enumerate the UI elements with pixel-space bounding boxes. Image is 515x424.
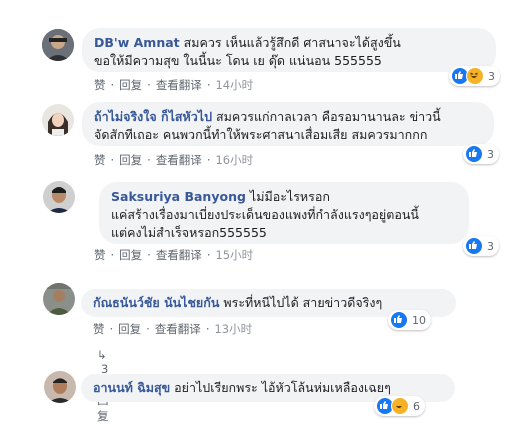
comment-actions: 赞 · 回复 · 查看翻译 · 14小时 — [94, 78, 254, 92]
avatar[interactable] — [43, 283, 75, 315]
reaction-count: 3 — [488, 69, 495, 83]
avatar[interactable] — [43, 181, 75, 213]
comment-author[interactable]: Saksuriya Banyong — [111, 189, 246, 204]
reply-button[interactable]: 回复 — [119, 153, 142, 167]
reaction-count: 3 — [487, 239, 494, 253]
translate-button[interactable]: 查看翻译 — [156, 248, 202, 262]
timestamp[interactable]: 16小时 — [215, 153, 253, 167]
reaction-count: 3 — [487, 147, 494, 161]
comment-author[interactable]: กัณธนันว์ชัย นันไชยกัน — [93, 295, 219, 310]
comment-actions: 赞 · 回复 · 查看翻译 · 13小时 — [93, 322, 253, 336]
translate-button[interactable]: 查看翻译 — [156, 153, 202, 167]
reaction-summary[interactable]: 3 — [463, 236, 499, 256]
like-button[interactable]: 赞 — [94, 78, 106, 92]
comment-text: แต่คงไม่สำเร็จหรอก555555 — [111, 225, 267, 240]
timestamp[interactable]: 13小时 — [214, 322, 252, 336]
avatar[interactable] — [44, 371, 76, 403]
reply-button[interactable]: 回复 — [118, 322, 141, 336]
avatar-image — [43, 181, 75, 213]
comment-text: สมควร เห็นแล้วรู้สึกดี ศาสนาจะได้สูงขึ้น — [183, 35, 401, 50]
comment-actions: 赞 · 回复 · 查看翻译 · 16小时 — [94, 153, 254, 167]
haha-icon — [391, 397, 409, 415]
translate-button[interactable]: 查看翻译 — [155, 322, 201, 336]
haha-icon — [466, 67, 484, 85]
comment-text: แค่สร้างเรื่องมาเบี่ยงประเด็นของแพงที่กำ… — [111, 207, 419, 222]
reaction-count: 10 — [412, 313, 426, 327]
avatar[interactable] — [42, 104, 74, 136]
timestamp[interactable]: 14小时 — [215, 78, 253, 92]
comment-text: ขอให้มีความสุข ในนี้นะ โดน เย ดุ๊ด แน่นอ… — [94, 53, 382, 68]
comment-text: พระที่หนีไปได้ สายข่าวดีจริงๆ — [223, 295, 383, 310]
like-icon — [465, 237, 483, 255]
comment-author[interactable]: DB'w Amnat — [94, 35, 180, 50]
reply-button[interactable]: 回复 — [119, 78, 142, 92]
like-icon — [465, 145, 483, 163]
comment-text: สมควรแก่กาลเวลา คือรอมานานละ ข่าวนี้ — [216, 109, 441, 124]
comment-text: อย่าไปเรียกพระ ไอ้หัวโล้นห่มเหลืองเฉยๆ — [174, 380, 391, 395]
reaction-summary[interactable]: 3 — [463, 144, 499, 164]
avatar-image — [42, 29, 74, 61]
comment-text: ไม่มีอะไรหรอก — [249, 189, 330, 204]
reply-button[interactable]: 回复 — [119, 248, 142, 262]
comment-bubble: Saksuriya Banyong ไม่มีอะไรหรอก แค่สร้างเ… — [99, 182, 469, 244]
avatar-image — [43, 283, 75, 315]
reaction-count: 6 — [413, 399, 420, 413]
reaction-summary[interactable]: 6 — [374, 396, 425, 416]
comment-bubble: DB'w Amnat สมควร เห็นแล้วรู้สึกดี ศาสนาจะ… — [82, 28, 496, 72]
reaction-summary[interactable]: 3 — [449, 66, 500, 86]
translate-button[interactable]: 查看翻译 — [156, 78, 202, 92]
comment-text: จัดสักทีเถอะ คนพวกนี้ทำให้พระศาสนาเสื่อม… — [94, 127, 428, 142]
timestamp[interactable]: 15小时 — [215, 248, 253, 262]
comment-bubble: ถ้าไม่จริงใจ ก็ไสหัวไป สมควรแก่กาลเวลา คื… — [82, 102, 494, 146]
comment-actions: 赞 · 回复 · 查看翻译 · 15小时 — [94, 248, 254, 262]
like-icon — [390, 311, 408, 329]
avatar-image — [44, 371, 76, 403]
comment-author[interactable]: อานนท์ ฉิมสุข — [93, 380, 170, 395]
like-button[interactable]: 赞 — [94, 153, 106, 167]
reaction-summary[interactable]: 10 — [388, 310, 431, 330]
avatar-image — [42, 104, 74, 136]
avatar[interactable] — [42, 29, 74, 61]
like-button[interactable]: 赞 — [94, 248, 106, 262]
comment-author[interactable]: ถ้าไม่จริงใจ ก็ไสหัวไป — [94, 109, 212, 124]
like-button[interactable]: 赞 — [93, 322, 105, 336]
reply-arrow-icon: ↳ — [97, 348, 107, 362]
